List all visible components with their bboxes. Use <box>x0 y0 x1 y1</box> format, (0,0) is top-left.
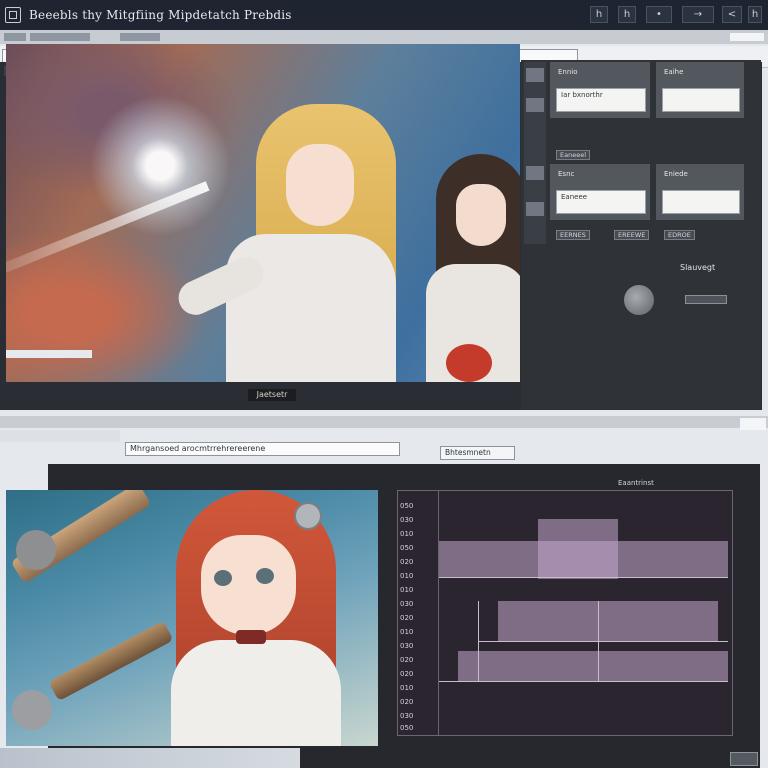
card-1-field[interactable]: Iar bxnorthr <box>556 88 646 112</box>
card-3-title: Esnc <box>558 170 575 178</box>
redhead-character-face <box>201 535 296 635</box>
lower-tab-strip <box>0 416 768 428</box>
tick-label: 010 <box>400 628 414 636</box>
plot-line <box>598 601 599 681</box>
status-strip <box>0 748 300 768</box>
tick-label: 050 <box>400 544 414 552</box>
character-eye-left <box>214 570 232 586</box>
tick-label: 010 <box>400 684 414 692</box>
title-button-1[interactable]: h <box>590 6 608 23</box>
blonde-character-face <box>286 144 354 226</box>
card-4-title: Eniede <box>664 170 688 178</box>
plot-line <box>438 681 728 682</box>
panel-side-label: Slauvegt <box>680 263 716 272</box>
mech-joint-lower <box>12 690 52 730</box>
panel-chip-4[interactable]: EDROE <box>664 230 695 240</box>
plot-block <box>458 651 728 681</box>
dial-knob[interactable] <box>624 285 654 315</box>
window-title: Beeebls thy Mitgfiing Mipdetatch Prebdis <box>29 8 292 22</box>
tick-label: 010 <box>400 530 414 538</box>
tick-label: 020 <box>400 698 414 706</box>
panel-chip-2[interactable]: EERNES <box>556 230 590 240</box>
tick-label: 010 <box>400 572 414 580</box>
address-field[interactable]: Mhrgansoed arocmtrrehrereerene <box>125 442 400 456</box>
title-button-4[interactable]: → <box>682 6 714 23</box>
redhead-artwork-canvas[interactable] <box>6 490 378 746</box>
card-2-field[interactable] <box>662 88 740 112</box>
card-2-title: Eaihe <box>664 68 684 76</box>
title-button-6[interactable]: h <box>748 6 762 23</box>
panel-card-3: Esnc Eaneee <box>550 164 650 220</box>
redhead-character-body <box>171 640 341 746</box>
hair-gear-ornament <box>294 502 322 530</box>
panel-side-field[interactable] <box>685 295 727 304</box>
title-button-3[interactable]: • <box>646 6 672 23</box>
title-button-5[interactable]: < <box>722 6 742 23</box>
tick-label: 010 <box>400 586 414 594</box>
magic-beam <box>6 181 210 277</box>
upper-tab-strip <box>0 30 768 44</box>
panel-card-1: Ennio Iar bxnorthr <box>550 62 650 118</box>
panel-chip-1[interactable]: Eaneeel <box>556 150 591 160</box>
tick-label: 030 <box>400 516 414 524</box>
brunette-character-face <box>456 184 506 246</box>
card-3-field[interactable]: Eaneee <box>556 190 646 214</box>
tick-label: 020 <box>400 614 414 622</box>
tool-icon[interactable] <box>526 98 544 112</box>
tool-icon[interactable] <box>526 68 544 82</box>
app-icon <box>5 7 21 23</box>
panel-side-toolbar <box>524 62 546 244</box>
timeline-plot[interactable] <box>397 490 733 736</box>
card-4-field[interactable] <box>662 190 740 214</box>
lower-toolbar-segment <box>0 430 120 442</box>
tool-icon[interactable] <box>526 202 544 216</box>
red-fruit <box>446 344 492 382</box>
tick-label: 020 <box>400 558 414 566</box>
canvas-label: Jaetsetr <box>248 389 296 401</box>
panel-chip-3[interactable]: EREEWE <box>614 230 650 240</box>
blonde-character-body <box>226 234 396 382</box>
app-root: Beeebls thy Mitgfiing Mipdetatch Prebdis… <box>0 0 768 768</box>
title-button-2[interactable]: h <box>618 6 636 23</box>
tick-label: 030 <box>400 600 414 608</box>
tick-label: 030 <box>400 642 414 650</box>
plot-block <box>438 541 728 577</box>
card-1-title: Ennio <box>558 68 578 76</box>
lower-corner-button[interactable] <box>740 418 766 430</box>
tick-label: 050 <box>400 724 414 732</box>
canvas-caption-bar <box>6 350 92 358</box>
tick-label: 020 <box>400 656 414 664</box>
plot-line <box>478 601 479 681</box>
anime-artwork-canvas[interactable] <box>6 44 520 382</box>
title-bar: Beeebls thy Mitgfiing Mipdetatch Prebdis… <box>0 0 768 30</box>
plot-y-ticks: 050 030 010 050 020 010 010 030 020 010 … <box>398 496 418 732</box>
plot-block <box>498 601 718 641</box>
panel-card-4: Eniede <box>656 164 744 220</box>
character-bow <box>236 630 266 644</box>
character-eye-right <box>256 568 274 584</box>
tool-icon[interactable] <box>526 166 544 180</box>
plot-line <box>478 641 728 642</box>
plot-line <box>438 577 728 578</box>
tick-label: 020 <box>400 670 414 678</box>
tick-label: 050 <box>400 502 414 510</box>
lower-tab[interactable]: Bhtesmnetn <box>440 446 515 460</box>
tick-label: 030 <box>400 712 414 720</box>
plot-axis <box>438 491 439 735</box>
panel-card-2: Eaihe <box>656 62 744 118</box>
corner-button[interactable] <box>730 752 758 766</box>
plot-title: Eaantrinst <box>618 479 654 487</box>
mech-joint-upper <box>16 530 56 570</box>
mech-arm-lower <box>48 620 174 702</box>
